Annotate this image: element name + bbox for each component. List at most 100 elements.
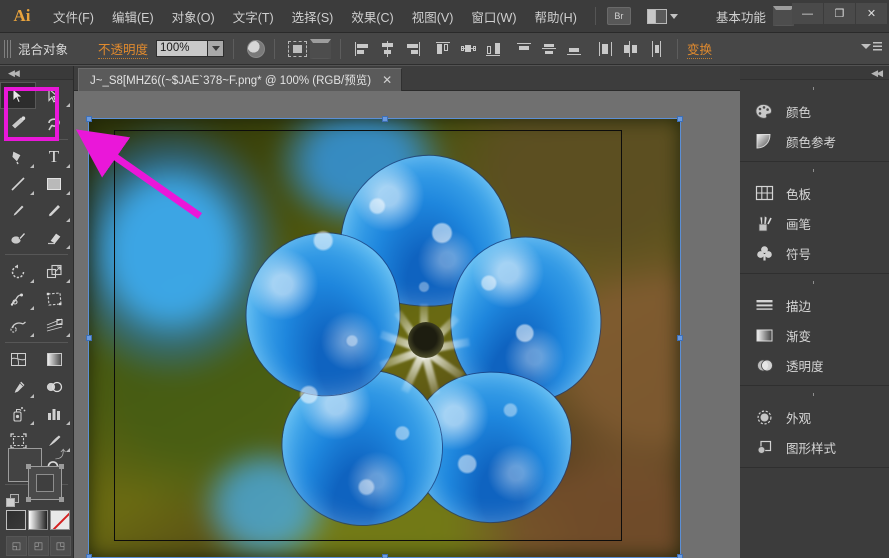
menu-type[interactable]: 文字(T): [225, 4, 282, 29]
perspective-grid-tool[interactable]: [36, 312, 72, 339]
perspective-grid-icon: [46, 318, 63, 334]
close-icon[interactable]: ✕: [382, 73, 392, 87]
bridge-button[interactable]: Br: [607, 7, 631, 25]
align-key-center-icon[interactable]: [460, 41, 477, 57]
distribute-horizontal-center-icon[interactable]: [622, 41, 639, 57]
menu-view[interactable]: 视图(V): [404, 4, 462, 29]
chevron-down-icon: [861, 44, 871, 49]
brushes-icon: [752, 212, 776, 234]
selection-tool[interactable]: [0, 82, 36, 109]
menu-object[interactable]: 对象(O): [164, 4, 223, 29]
pen-tool[interactable]: [0, 143, 36, 170]
maximize-button[interactable]: ❐: [824, 3, 855, 24]
panel-group-swatches: 色板 画笔 符号: [740, 165, 889, 274]
full-screen-mode-button[interactable]: ◳: [50, 536, 71, 556]
align-right-icon[interactable]: [404, 41, 421, 57]
menu-file[interactable]: 文件(F): [45, 4, 102, 29]
align-key-left-icon[interactable]: [435, 41, 452, 57]
panel-item-swatches[interactable]: 色板: [740, 178, 889, 208]
color-button[interactable]: [6, 510, 26, 530]
opacity-label[interactable]: 不透明度: [98, 39, 148, 59]
panel-group-grip[interactable]: [802, 165, 828, 176]
free-transform-tool[interactable]: [36, 285, 72, 312]
pencil-tool[interactable]: [36, 197, 72, 224]
mesh-tool[interactable]: [0, 346, 36, 373]
panel-item-brushes[interactable]: 画笔: [740, 208, 889, 238]
blend-tool[interactable]: [36, 373, 72, 400]
none-button[interactable]: [50, 510, 70, 530]
panel-menu-icon[interactable]: [861, 42, 882, 51]
lasso-tool[interactable]: [36, 109, 72, 136]
panel-item-stroke[interactable]: 描边: [740, 290, 889, 320]
scale-tool[interactable]: [36, 258, 72, 285]
opacity-dropdown-button[interactable]: [208, 40, 224, 57]
swap-fill-stroke-icon[interactable]: ⤴: [55, 446, 66, 462]
distribute-horizontal-right-icon[interactable]: [647, 41, 664, 57]
opacity-input[interactable]: 100%: [156, 40, 208, 57]
full-screen-menu-bar-button[interactable]: ◰: [28, 536, 49, 556]
menu-select[interactable]: 选择(S): [284, 4, 342, 29]
rotate-tool[interactable]: [0, 258, 36, 285]
default-fill-stroke-icon[interactable]: [6, 494, 20, 508]
align-top-icon[interactable]: [516, 41, 533, 57]
panel-item-gradient[interactable]: 渐变: [740, 320, 889, 350]
normal-screen-mode-button[interactable]: ◱: [6, 536, 27, 556]
symbol-sprayer-tool[interactable]: [0, 400, 36, 427]
chevron-down-icon[interactable]: [310, 39, 331, 59]
direct-selection-tool[interactable]: [36, 82, 72, 109]
workspace-switcher[interactable]: 基本功能: [716, 7, 766, 26]
rectangle-tool[interactable]: [36, 170, 72, 197]
transform-label[interactable]: 变换: [687, 39, 712, 59]
panel-item-graphic-styles[interactable]: 图形样式: [740, 432, 889, 462]
gradient-button[interactable]: [28, 510, 48, 530]
panel-item-transparency[interactable]: 透明度: [740, 350, 889, 380]
panel-dock-header[interactable]: ◀◀: [740, 66, 889, 80]
collapse-panel-icon[interactable]: ◀◀: [8, 68, 18, 79]
panel-item-color[interactable]: 颜色: [740, 96, 889, 126]
document-tab[interactable]: J~_S8[MHZ6((~$JAE`378~F.png* @ 100% (RGB…: [78, 68, 402, 91]
placed-image[interactable]: [88, 118, 681, 558]
blob-brush-tool[interactable]: [0, 224, 36, 251]
paintbrush-tool[interactable]: [0, 197, 36, 224]
type-T-icon: T: [49, 148, 59, 165]
align-key-right-icon[interactable]: [485, 41, 502, 57]
appearance-icon: [752, 406, 776, 428]
eraser-tool[interactable]: [36, 224, 72, 251]
column-graph-tool[interactable]: [36, 400, 72, 427]
panel-item-color-guide[interactable]: 颜色参考: [740, 126, 889, 156]
menu-help[interactable]: 帮助(H): [527, 4, 585, 29]
eyedropper-tool[interactable]: [0, 373, 36, 400]
scale-icon: [46, 264, 63, 280]
panel-item-symbols[interactable]: 符号: [740, 238, 889, 268]
menu-window[interactable]: 窗口(W): [463, 4, 524, 29]
opacity-mode-icon[interactable]: [247, 40, 265, 58]
width-tool[interactable]: [0, 285, 36, 312]
document-canvas[interactable]: [74, 91, 814, 558]
gradient-tool[interactable]: [36, 346, 72, 373]
collapse-panel-icon[interactable]: ◀◀: [871, 68, 881, 79]
menu-edit[interactable]: 编辑(E): [104, 4, 162, 29]
panel-group-grip[interactable]: [802, 389, 828, 400]
align-vertical-center-icon[interactable]: [541, 41, 558, 57]
panel-group-grip[interactable]: [802, 83, 828, 94]
align-horizontal-center-icon[interactable]: [379, 41, 396, 57]
line-segment-tool[interactable]: [0, 170, 36, 197]
flyout-indicator: [66, 333, 70, 337]
close-button[interactable]: ✕: [856, 3, 887, 24]
shape-builder-tool[interactable]: [0, 312, 36, 339]
align-left-icon[interactable]: [354, 41, 371, 57]
type-tool[interactable]: T: [36, 143, 72, 170]
control-bar-grip[interactable]: [4, 40, 13, 58]
tools-panel-header[interactable]: ◀◀: [0, 66, 73, 80]
magic-wand-tool[interactable]: [0, 109, 36, 136]
chevron-down-icon[interactable]: [773, 6, 794, 26]
distribute-horizontal-left-icon[interactable]: [597, 41, 614, 57]
panel-group-grip[interactable]: [802, 277, 828, 288]
arrange-documents-button[interactable]: [647, 9, 678, 24]
align-bottom-icon[interactable]: [566, 41, 583, 57]
recolor-artwork-icon[interactable]: [288, 41, 307, 57]
minimize-button[interactable]: —: [792, 3, 823, 24]
stroke-inner-square: [36, 474, 54, 492]
menu-effect[interactable]: 效果(C): [343, 4, 401, 29]
panel-item-appearance[interactable]: 外观: [740, 402, 889, 432]
